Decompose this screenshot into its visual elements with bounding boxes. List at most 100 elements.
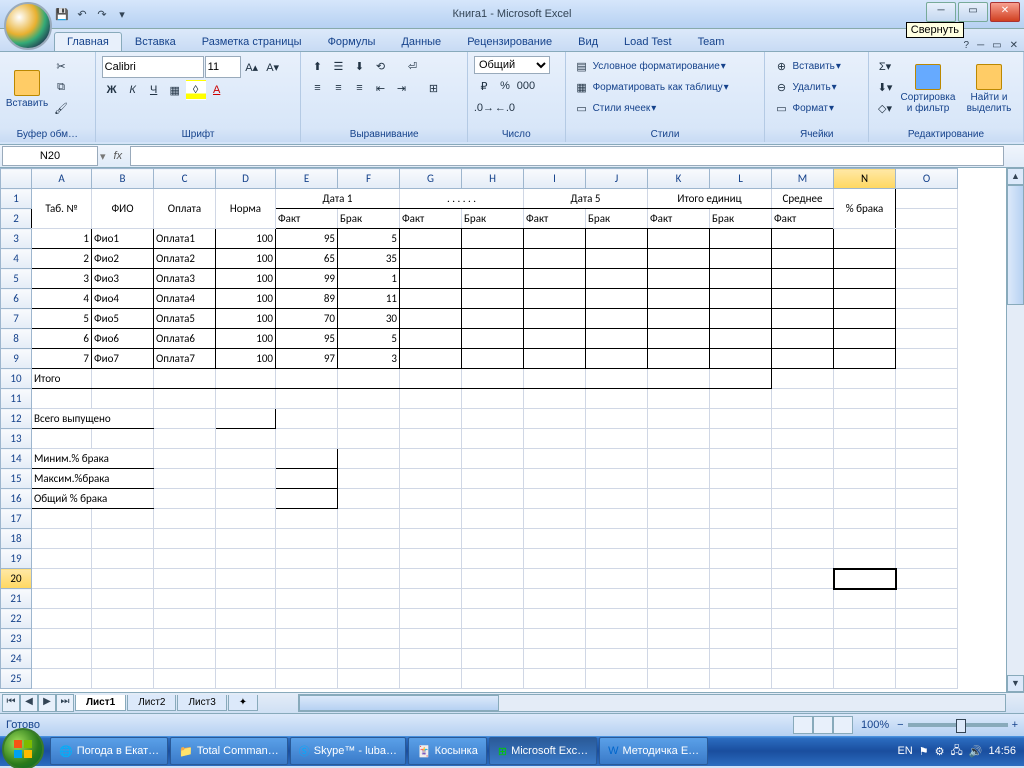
cell-I7[interactable] — [524, 309, 586, 329]
zoom-in-icon[interactable]: + — [1012, 719, 1018, 731]
cell-A9[interactable]: 7 — [32, 349, 92, 369]
cell-H10[interactable] — [462, 369, 524, 389]
cell-L15[interactable] — [710, 469, 772, 489]
cell-D12[interactable] — [216, 409, 276, 429]
cell-C24[interactable] — [154, 649, 216, 669]
cell-C20[interactable] — [154, 569, 216, 589]
taskbar-item[interactable]: ⊞Microsoft Exc… — [489, 737, 597, 765]
cell-C4[interactable]: Оплата2 — [154, 249, 216, 269]
cell-A16[interactable]: Общий % брака — [32, 489, 154, 509]
cell-O10[interactable] — [896, 369, 958, 389]
cell-O21[interactable] — [896, 589, 958, 609]
cell-F6[interactable]: 11 — [338, 289, 400, 309]
cell-E25[interactable] — [276, 669, 338, 689]
cell-C1[interactable]: Оплата — [154, 189, 216, 229]
cell-J9[interactable] — [586, 349, 648, 369]
indent-inc-icon[interactable]: ⇥ — [391, 78, 411, 98]
view-pagebreak-icon[interactable] — [833, 716, 853, 734]
cell-B17[interactable] — [92, 509, 154, 529]
cell-C13[interactable] — [154, 429, 216, 449]
cell-O12[interactable] — [896, 409, 958, 429]
cell-N17[interactable] — [834, 509, 896, 529]
col-header-J[interactable]: J — [586, 169, 648, 189]
cell-D25[interactable] — [216, 669, 276, 689]
cell-K14[interactable] — [648, 449, 710, 469]
comma-icon[interactable]: 000 — [516, 76, 536, 96]
cell-G6[interactable] — [400, 289, 462, 309]
delete-cells-button[interactable]: ⊖Удалить▾ — [771, 77, 836, 97]
cell-H20[interactable] — [462, 569, 524, 589]
sheet-tab-2[interactable]: Лист2 — [127, 695, 176, 711]
cell-A15[interactable]: Максим.%брака — [32, 469, 154, 489]
cell-I17[interactable] — [524, 509, 586, 529]
cell-J23[interactable] — [586, 629, 648, 649]
col-header-O[interactable]: O — [896, 169, 958, 189]
taskbar-item[interactable]: 🃏Косынка — [408, 737, 487, 765]
row-header-10[interactable]: 10 — [1, 369, 32, 389]
cell-J10[interactable] — [586, 369, 648, 389]
cell-M10[interactable] — [772, 369, 834, 389]
underline-button[interactable]: Ч — [144, 80, 164, 100]
cell-D1[interactable]: Норма — [216, 189, 276, 229]
cell-E13[interactable] — [276, 429, 338, 449]
cell-O19[interactable] — [896, 549, 958, 569]
taskbar-item[interactable]: 📁Total Comman… — [170, 737, 288, 765]
autosum-icon[interactable]: Σ▾ — [875, 56, 895, 76]
cell-L6[interactable] — [710, 289, 772, 309]
cell-D6[interactable]: 100 — [216, 289, 276, 309]
col-header-M[interactable]: M — [772, 169, 834, 189]
redo-icon[interactable]: ↷ — [94, 6, 110, 22]
cell-B23[interactable] — [92, 629, 154, 649]
align-left-icon[interactable]: ≡ — [307, 78, 327, 98]
row-header-6[interactable]: 6 — [1, 289, 32, 309]
cell-E11[interactable] — [276, 389, 338, 409]
cell-J19[interactable] — [586, 549, 648, 569]
cell-E17[interactable] — [276, 509, 338, 529]
cell-G7[interactable] — [400, 309, 462, 329]
cell-J8[interactable] — [586, 329, 648, 349]
cell-L13[interactable] — [710, 429, 772, 449]
cell-A10[interactable]: Итого — [32, 369, 92, 389]
maximize-button[interactable]: ▭ — [958, 2, 988, 22]
cell-J14[interactable] — [586, 449, 648, 469]
doc-minimize-icon[interactable]: ─ — [977, 40, 984, 51]
cell-J3[interactable] — [586, 229, 648, 249]
cell-A7[interactable]: 5 — [32, 309, 92, 329]
cell-K13[interactable] — [648, 429, 710, 449]
row-header-24[interactable]: 24 — [1, 649, 32, 669]
row-header-23[interactable]: 23 — [1, 629, 32, 649]
cell-E7[interactable]: 70 — [276, 309, 338, 329]
cell-styles-button[interactable]: ▭Стили ячеек▾ — [572, 98, 657, 118]
cell-L11[interactable] — [710, 389, 772, 409]
cell-B7[interactable]: Фио5 — [92, 309, 154, 329]
cell-N11[interactable] — [834, 389, 896, 409]
cell-N24[interactable] — [834, 649, 896, 669]
cell-O17[interactable] — [896, 509, 958, 529]
cell-D10[interactable] — [216, 369, 276, 389]
fx-icon[interactable]: fx — [114, 150, 123, 162]
cell-M11[interactable] — [772, 389, 834, 409]
cell-I14[interactable] — [524, 449, 586, 469]
cell-I23[interactable] — [524, 629, 586, 649]
row-header-11[interactable]: 11 — [1, 389, 32, 409]
col-header-D[interactable]: D — [216, 169, 276, 189]
cell-J4[interactable] — [586, 249, 648, 269]
cell-B3[interactable]: Фио1 — [92, 229, 154, 249]
shrink-font-icon[interactable]: A▾ — [263, 57, 283, 77]
taskbar-item[interactable]: 🌐Погода в Екат… — [50, 737, 168, 765]
cell-I9[interactable] — [524, 349, 586, 369]
clear-icon[interactable]: ◇▾ — [875, 98, 895, 118]
cell-E23[interactable] — [276, 629, 338, 649]
cell-L18[interactable] — [710, 529, 772, 549]
font-name-select[interactable] — [102, 56, 204, 78]
col-header-L[interactable]: L — [710, 169, 772, 189]
cell-F21[interactable] — [338, 589, 400, 609]
namebox-dropdown-icon[interactable]: ▾ — [100, 150, 106, 163]
cell-G24[interactable] — [400, 649, 462, 669]
row-header-13[interactable]: 13 — [1, 429, 32, 449]
cell-H5[interactable] — [462, 269, 524, 289]
undo-icon[interactable]: ↶ — [74, 6, 90, 22]
cell-N6[interactable] — [834, 289, 896, 309]
cell-J2[interactable]: Брак — [586, 209, 648, 229]
taskbar-item[interactable]: ⓈSkype™ - luba… — [290, 737, 406, 765]
